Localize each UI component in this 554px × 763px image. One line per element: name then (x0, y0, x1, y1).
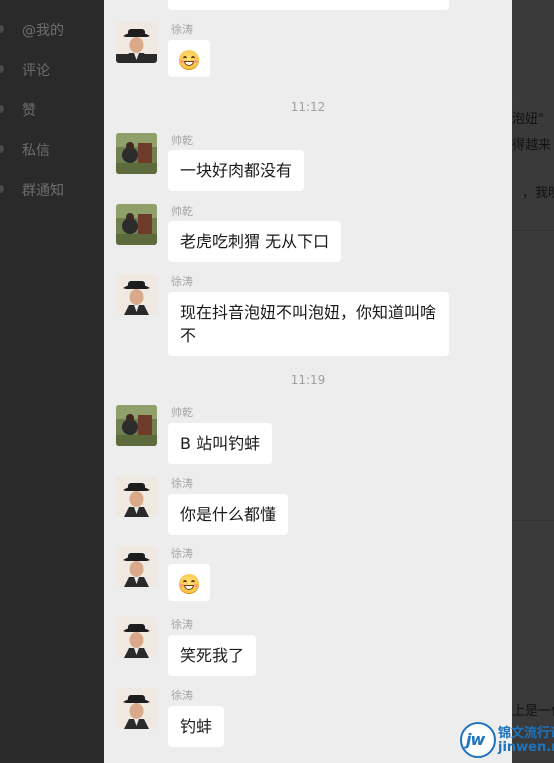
sender-name: 徐涛 (171, 477, 193, 490)
jw-logo-icon: jw (460, 722, 496, 758)
cyclist-avatar-image (116, 133, 157, 174)
message-bubble[interactable] (168, 40, 210, 77)
message-bubble[interactable]: 你是什么都懂 (168, 494, 289, 535)
timestamp: 11:19 (290, 373, 326, 387)
man-in-hat-avatar-image (116, 22, 157, 63)
sender-name: 徐涛 (171, 618, 193, 631)
message-bubble[interactable]: 老虎吃刺猬 无从下口 (168, 221, 342, 262)
avatar[interactable] (116, 405, 157, 446)
avatar[interactable] (116, 133, 157, 174)
watermark-site-url: jinwen.net (498, 740, 554, 755)
avatar[interactable] (116, 22, 157, 63)
man-in-hat-avatar-image (116, 688, 157, 729)
man-in-hat-avatar-image (116, 617, 157, 658)
dot-icon (0, 105, 4, 113)
divider (512, 520, 554, 521)
sender-name: 帅乾 (171, 205, 193, 218)
watermark-logo: jw 锦文流行语 jinwen.net (460, 720, 554, 763)
man-in-hat-avatar-image (116, 546, 157, 587)
watermark-site-name: 锦文流行语 (498, 726, 554, 741)
sender-name: 徐涛 (171, 547, 193, 560)
sender-name: 帅乾 (171, 134, 193, 147)
background-content: 缘 泡妞" 得越来 ，我明 上是一位 (512, 0, 554, 763)
man-in-hat-avatar-image (116, 274, 157, 315)
message-bubble[interactable]: 一块好肉都没有 (168, 150, 305, 191)
background-text: 上是一位 (512, 704, 554, 719)
dot-icon (0, 25, 4, 33)
message-bubble[interactable]: 现在抖音泡妞不叫泡妞，你知道叫啥不 (168, 292, 449, 356)
message-bubble[interactable] (168, 564, 210, 601)
sidebar-item-label: 评论 (22, 63, 50, 79)
sidebar-item-label: @我的 (22, 23, 64, 39)
avatar[interactable] (116, 688, 157, 729)
message-bubble[interactable]: 钓蚌 (168, 706, 225, 747)
sidebar-item-label: 私信 (22, 143, 50, 159)
divider (512, 230, 554, 231)
avatar[interactable] (116, 617, 157, 658)
chat-panel[interactable]: 徐涛 11:12 帅乾 一块好肉都没有 帅乾 老虎吃刺猬 无从下口 徐涛 现在抖… (104, 0, 512, 763)
avatar[interactable] (116, 546, 157, 587)
timestamp: 11:12 (290, 100, 326, 114)
message-bubble[interactable]: B 站叫钓蚌 (168, 423, 273, 464)
previous-message-bubble (168, 0, 449, 10)
sender-name: 徐涛 (171, 275, 193, 288)
avatar[interactable] (116, 274, 157, 315)
background-text: 缘 (512, 95, 522, 105)
avatar[interactable] (116, 476, 157, 517)
dot-icon (0, 185, 4, 193)
sidebar-item-label: 赞 (22, 103, 36, 119)
background-text: 得越来 (512, 138, 552, 153)
background-sidebar: @我的 评论 赞 私信 群通知 (0, 0, 104, 763)
cyclist-avatar-image (116, 204, 157, 245)
sender-name: 徐涛 (171, 689, 193, 702)
man-in-hat-avatar-image (116, 476, 157, 517)
cyclist-avatar-image (116, 405, 157, 446)
grinning-face-emoji-icon (179, 573, 199, 594)
grinning-face-emoji-icon (179, 49, 199, 70)
dot-icon (0, 145, 4, 153)
sender-name: 帅乾 (171, 406, 193, 419)
dot-icon (0, 65, 4, 73)
message-bubble[interactable]: 笑死我了 (168, 635, 257, 676)
sender-name: 徐涛 (171, 23, 193, 36)
background-text: 泡妞" (512, 112, 544, 127)
avatar[interactable] (116, 204, 157, 245)
sidebar-item-label: 群通知 (22, 183, 64, 199)
background-text: ，我明 (522, 186, 554, 201)
